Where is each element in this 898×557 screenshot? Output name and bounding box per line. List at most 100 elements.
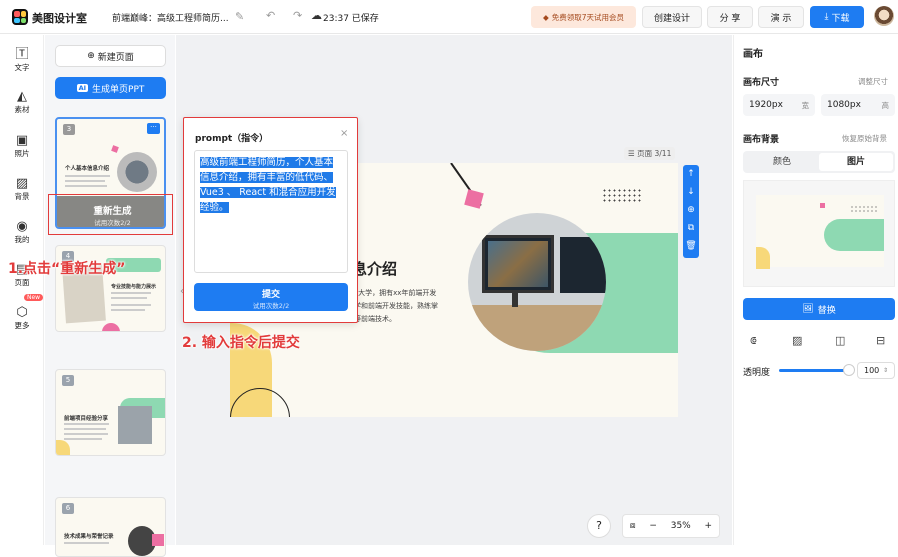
opacity-input[interactable]: 100 ⇕ [857, 362, 895, 379]
app-logo[interactable] [12, 9, 28, 25]
more-options-icon[interactable]: ··· [147, 123, 160, 134]
page-number: 3 [63, 124, 75, 135]
annotation-box-regenerate [48, 194, 173, 235]
pink-square [464, 189, 484, 209]
move-up-icon[interactable]: ↑ [683, 165, 699, 183]
redo-icon[interactable]: ↷ [293, 9, 302, 22]
flip-vertical-icon[interactable]: ⊟ [876, 334, 885, 347]
tool-materials[interactable]: ◭ 素材 [0, 89, 44, 115]
bg-type-tabs: 颜色 图片 [743, 151, 895, 173]
avatar[interactable] [874, 6, 894, 26]
tool-label: 照片 [14, 149, 30, 158]
slide-body[interactable]: x大学，拥有xx年前端开发 学和前端开发技能，熟练掌 等前端技术。 [354, 287, 438, 326]
panel-title: 画布 [743, 49, 763, 60]
replace-label: 替换 [817, 305, 836, 316]
annotation-step1: 1.点击“重新生成” [8, 261, 126, 277]
crop-icon[interactable]: ⟃ [750, 334, 757, 348]
prompt-selected-text: 高级前端工程师简历，个人基本信息介绍，拥有丰富的低代码、Vue3 、 React… [200, 157, 336, 213]
restore-bg-link[interactable]: 恢复原始背景 [842, 133, 887, 144]
tool-mine[interactable]: ◉ 我的 [0, 219, 44, 245]
document-title[interactable]: 前端巅峰：高级工程师简历... [112, 11, 229, 24]
opacity-slider-handle[interactable] [843, 364, 855, 376]
thumb-photo [118, 406, 152, 444]
slide-body-line: 等前端技术。 [354, 315, 396, 323]
submit-button[interactable]: 提交 试用次数2/2 [194, 283, 348, 311]
page-thumb-6[interactable]: 6 技术成果与荣誉记录 [55, 497, 166, 557]
thumb-title: 前端项目经验分享 [64, 416, 109, 422]
slide-heading[interactable]: 息介绍 [352, 258, 397, 279]
generate-label: 生成单页PPT [92, 84, 145, 95]
download-button[interactable]: ⤓ 下载 [810, 6, 864, 28]
opacity-label: 透明度 [743, 368, 771, 378]
fit-screen-icon[interactable]: ⧈ [630, 521, 636, 531]
prompt-textarea[interactable]: 高级前端工程师简历，个人基本信息介绍，拥有丰富的低代码、Vue3 、 React… [194, 150, 348, 273]
create-design-button[interactable]: 创建设计 [642, 6, 702, 28]
submit-count: 试用次数2/2 [252, 302, 290, 310]
new-page-label: 新建页面 [97, 52, 134, 63]
height-field[interactable]: 1080px 高 [821, 94, 895, 116]
flip-horizontal-icon[interactable]: ◫ [835, 334, 845, 347]
tool-label: 我的 [14, 235, 30, 244]
slide-body-line: 学和前端开发技能，熟练掌 [354, 302, 438, 310]
tool-label: 文字 [14, 63, 30, 72]
thumb-title: 专业技能与能力展示 [111, 284, 157, 290]
present-button[interactable]: 演 示 [758, 6, 804, 28]
tab-color[interactable]: 颜色 [745, 153, 819, 171]
tool-label: 更多 [14, 321, 30, 330]
page-thumb-5[interactable]: 5 前端项目经验分享 [55, 369, 166, 456]
image-icon: 🖼 [802, 304, 814, 314]
page-number: 6 [62, 503, 74, 514]
resize-link[interactable]: 调整尺寸 [858, 76, 888, 87]
undo-icon[interactable]: ↶ [266, 9, 275, 22]
zoom-bar: ⧈ − 35% + [622, 514, 720, 538]
height-value: 1080px [827, 100, 861, 110]
tool-label: 素材 [14, 105, 30, 114]
stepper-icon[interactable]: ⇕ [883, 367, 888, 374]
tab-image[interactable]: 图片 [819, 153, 893, 171]
generate-ppt-button[interactable]: AI 生成单页PPT [55, 77, 166, 99]
thumb-photo [117, 152, 157, 192]
download-icon: ⤓ [824, 12, 829, 22]
close-icon[interactable]: × [340, 128, 348, 139]
save-status: 23:37 已保存 [323, 14, 379, 24]
canvas-size-label: 画布尺寸 [743, 78, 780, 88]
tool-background[interactable]: ▨ 背景 [0, 176, 44, 202]
tool-more[interactable]: ⬡ 更多 [0, 305, 44, 331]
help-button[interactable]: ? [587, 514, 611, 538]
zoom-out-icon[interactable]: − [649, 521, 657, 531]
shapes-icon: ◭ [17, 89, 27, 104]
vip-label: 免费领取7天试用会员 [551, 12, 625, 22]
width-field[interactable]: 1920px 宽 [743, 94, 815, 116]
annotation-step2: 2. 输入指令后提交 [182, 335, 300, 351]
delete-icon[interactable]: 🗑 [683, 237, 699, 255]
move-down-icon[interactable]: ↓ [683, 183, 699, 201]
tool-label: 背景 [14, 192, 30, 201]
canvas-bg-label: 画布背景 [743, 135, 780, 145]
tool-text[interactable]: 🅃 文字 [0, 47, 44, 73]
share-button[interactable]: 分 享 [707, 6, 753, 28]
tool-photos[interactable]: ▣ 照片 [0, 133, 44, 159]
free-vip-button[interactable]: ◆ 免费领取7天试用会员 [531, 6, 636, 28]
page-indicator: ☰ 页面 3/11 [624, 147, 676, 160]
thumb-title: 技术成果与荣誉记录 [64, 534, 114, 540]
slide-body-line: x大学，拥有xx年前端开发 [354, 289, 437, 297]
cloud-save-icon: ☁ [311, 9, 322, 22]
background-preview [743, 180, 895, 287]
page-controls: ↑ ↓ ⊕ ⧉ 🗑 [683, 165, 699, 258]
submit-label: 提交 [261, 290, 280, 300]
diamond-icon: ◆ [542, 12, 549, 22]
edit-title-icon[interactable]: ✎ [235, 10, 244, 23]
ai-badge: AI [76, 84, 89, 92]
plus-circle-icon: ⊕ [87, 51, 95, 61]
height-unit: 高 [881, 100, 890, 110]
filter-icon[interactable]: ▨ [792, 334, 802, 347]
background-icon: ▨ [15, 176, 29, 191]
new-page-button[interactable]: ⊕ 新建页面 [55, 45, 166, 67]
opacity-slider[interactable] [779, 369, 849, 372]
duplicate-icon[interactable]: ⧉ [683, 219, 699, 237]
dot-pattern [602, 188, 642, 202]
replace-button[interactable]: 🖼 替换 [743, 298, 895, 320]
zoom-in-icon[interactable]: + [705, 521, 713, 531]
add-page-icon[interactable]: ⊕ [683, 201, 699, 219]
image-icon: ▣ [15, 133, 29, 148]
